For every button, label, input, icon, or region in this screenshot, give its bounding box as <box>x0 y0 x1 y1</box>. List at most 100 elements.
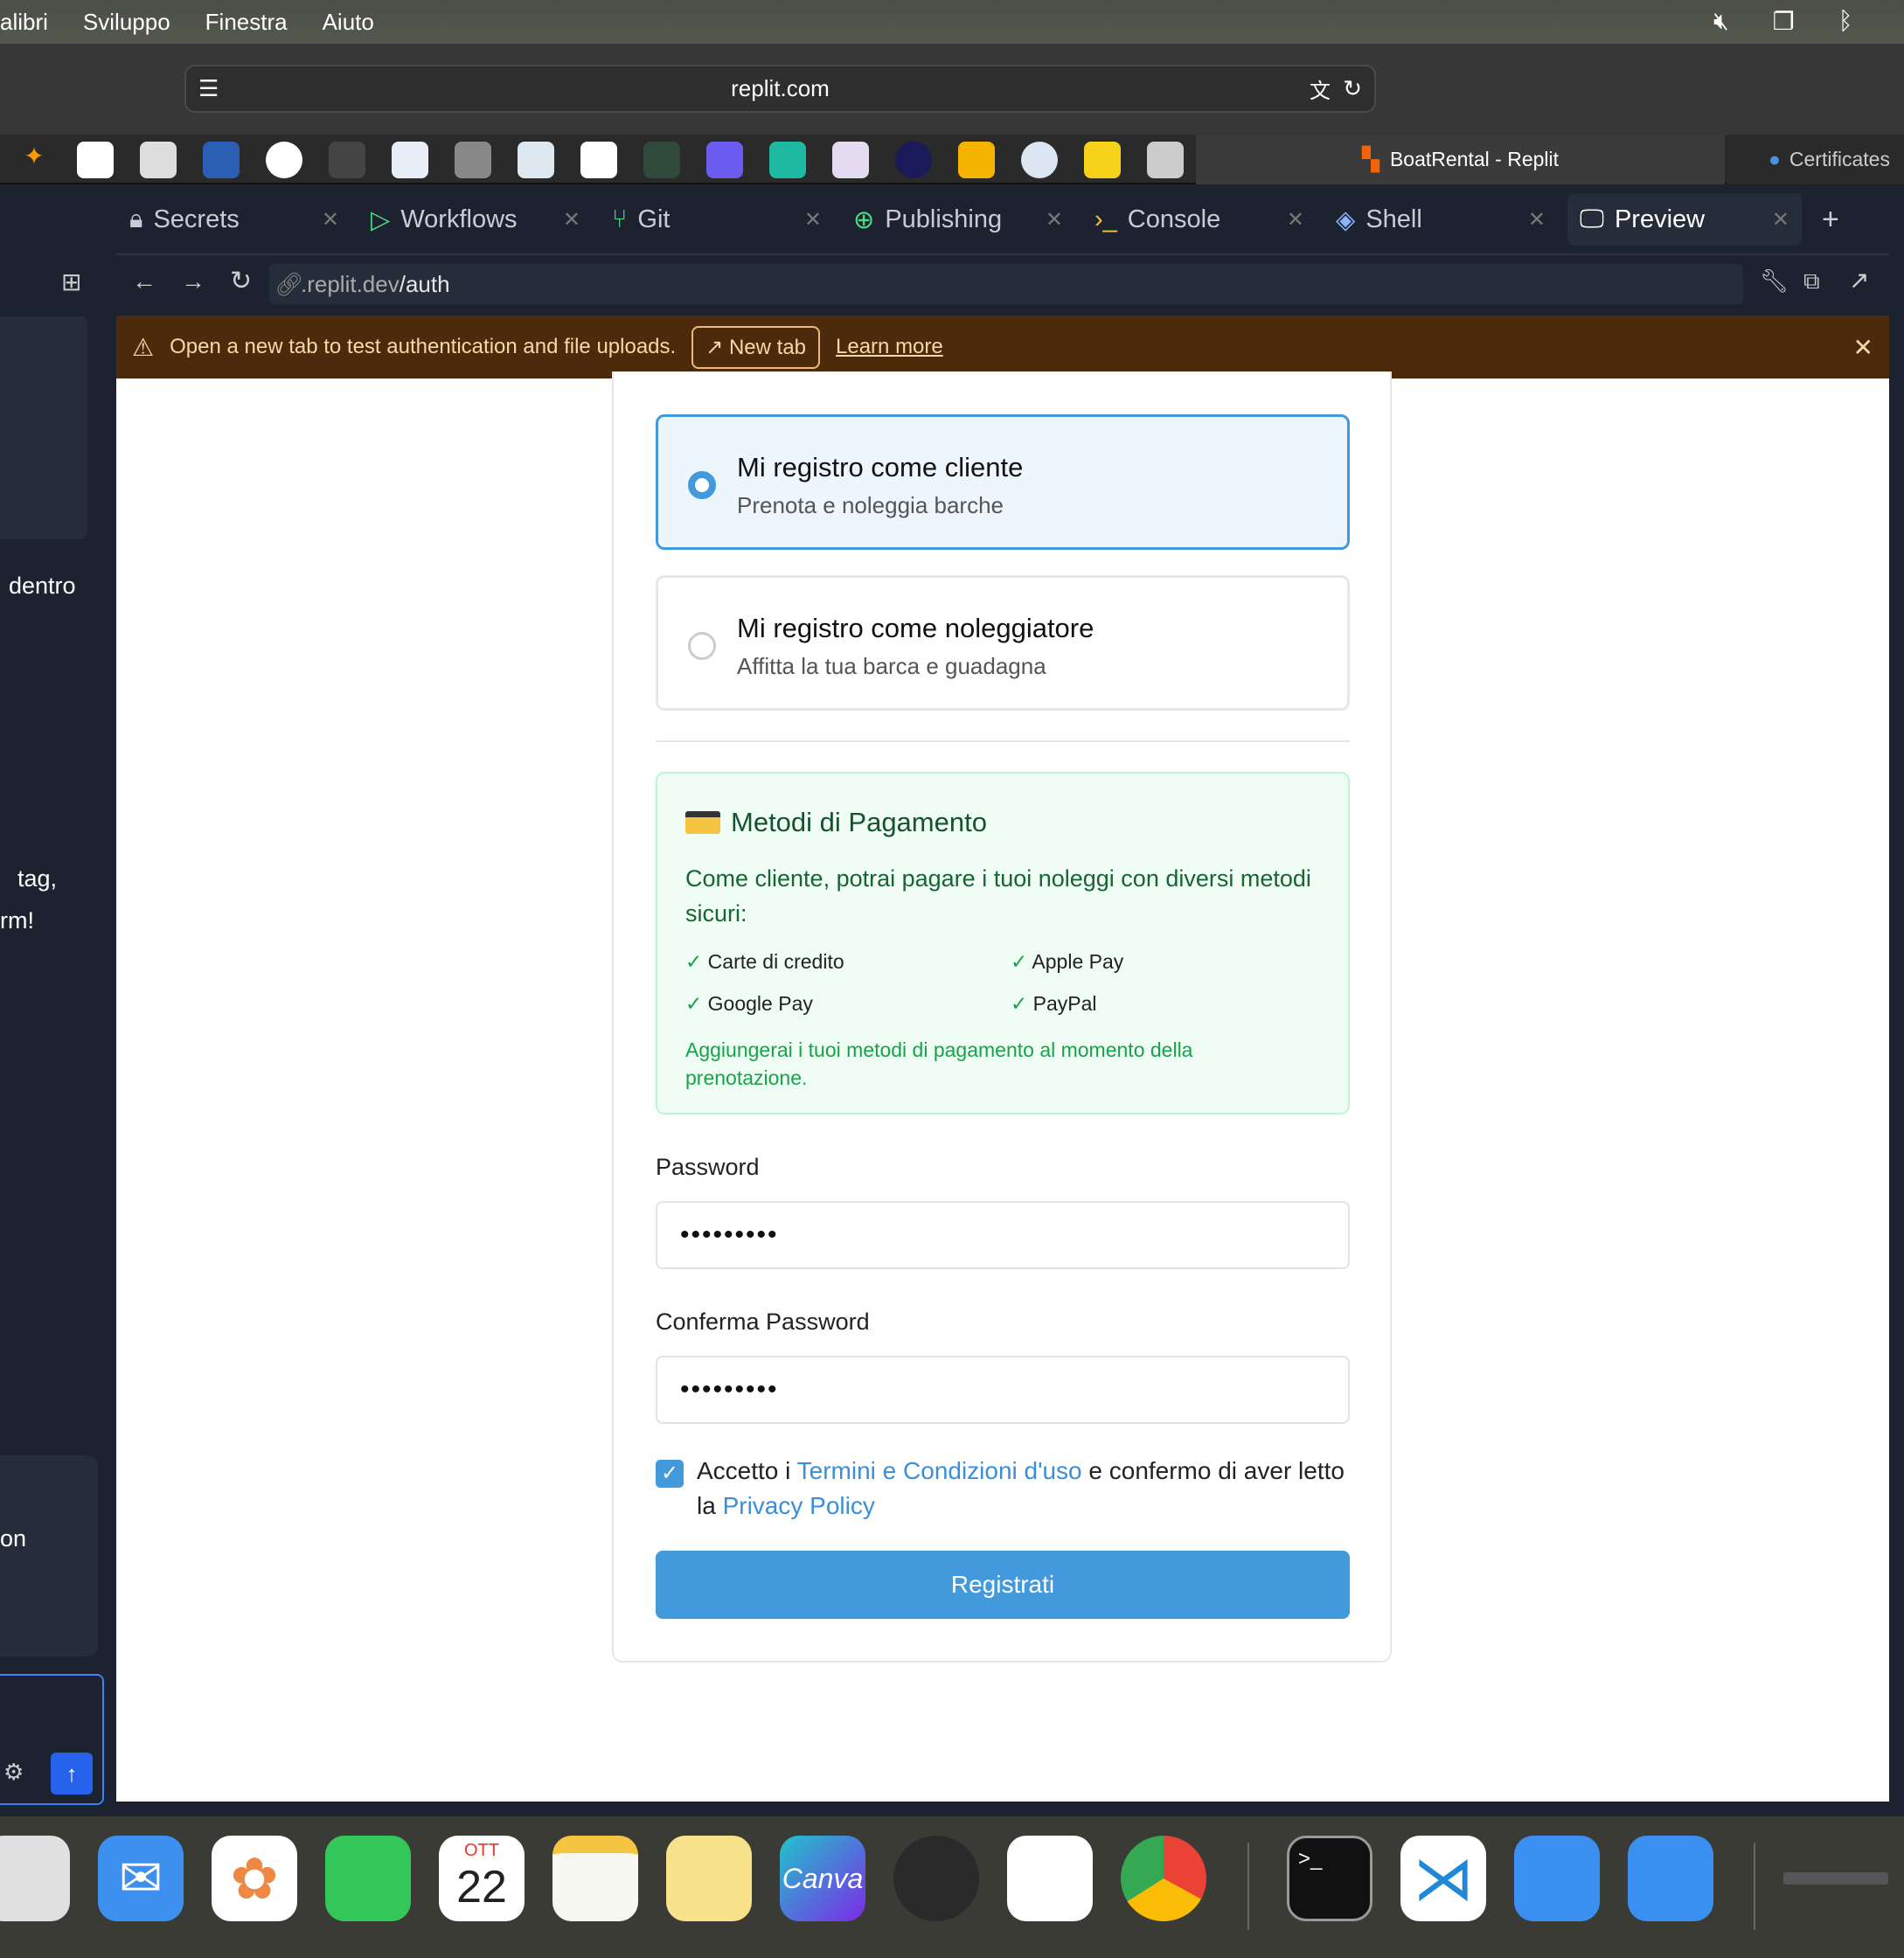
new-chat-icon[interactable]: ⊞ <box>61 267 81 296</box>
browser-tab[interactable]: ● Certificates <box>1727 135 1904 184</box>
close-icon[interactable]: ✕ <box>804 207 822 233</box>
back-icon[interactable]: ← <box>132 267 156 295</box>
reload-icon[interactable]: ↻ <box>1343 75 1362 102</box>
chat-card: on <box>0 1455 98 1656</box>
tab-label: Shell <box>1365 205 1422 233</box>
bookmark-icon[interactable] <box>140 142 177 178</box>
browser-tab-active[interactable]: ▚ BoatRental - Replit <box>1196 135 1725 184</box>
launchpad-icon[interactable] <box>0 1836 70 1921</box>
payment-title: Metodi di Pagamento <box>731 807 987 837</box>
open-external-icon[interactable]: ↗ <box>1849 266 1869 295</box>
vscode-icon[interactable]: ⋊ <box>1400 1836 1486 1921</box>
reload-icon[interactable]: ↻ <box>230 266 252 296</box>
tab-label: Console <box>1127 205 1221 233</box>
url-text: replit.com <box>731 75 830 101</box>
tab-favicon-icon: ● <box>1768 148 1781 170</box>
close-icon[interactable]: ✕ <box>1046 207 1063 233</box>
menu-item[interactable]: alibri <box>0 9 48 36</box>
bookmark-icon[interactable] <box>455 142 491 178</box>
terminal-icon[interactable]: >_ <box>1287 1836 1372 1921</box>
preview-url-input[interactable]: 🔗︎ .replit.dev/auth <box>269 264 1743 304</box>
external-icon: ↗ <box>705 335 729 359</box>
bookmark-icon[interactable] <box>832 142 869 178</box>
screen-mirror-icon[interactable]: ❐ <box>1773 7 1795 36</box>
close-icon[interactable]: ✕ <box>1287 207 1304 233</box>
method-item: ✓ Apple Pay <box>1011 950 1124 973</box>
close-icon[interactable]: ✕ <box>322 207 339 233</box>
confirm-password-input[interactable]: ••••••••• <box>656 1356 1350 1424</box>
minimized-window[interactable] <box>1783 1872 1888 1885</box>
tab-preview[interactable]: 🖵︎ Preview ✕ <box>1567 193 1802 246</box>
calendar-icon[interactable]: OTT 22 <box>439 1836 525 1921</box>
bluetooth-icon[interactable]: ᛒ <box>1838 7 1853 36</box>
radio-unselected[interactable] <box>688 632 716 660</box>
close-icon[interactable]: ✕ <box>1528 207 1546 233</box>
bookmark-icon[interactable] <box>895 142 932 178</box>
translate-icon[interactable]: 文 <box>1310 73 1331 104</box>
safari-icon[interactable] <box>1007 1836 1093 1921</box>
bookmark-icon[interactable] <box>643 142 680 178</box>
add-tab-button[interactable]: + <box>1822 193 1839 246</box>
close-icon[interactable]: ✕ <box>1853 333 1873 362</box>
send-button[interactable]: ↑ <box>51 1753 93 1795</box>
google-icon[interactable] <box>266 142 302 178</box>
bookmark-icon[interactable] <box>203 142 240 178</box>
terms-link[interactable]: Termini e Condizioni d'uso <box>797 1457 1082 1484</box>
bookmark-icon[interactable] <box>580 142 617 178</box>
tab-label: Preview <box>1614 205 1706 233</box>
bookmark-icon[interactable] <box>77 142 114 178</box>
page-menu-icon[interactable]: ☰ <box>198 75 219 102</box>
tab-title: Certificates <box>1789 148 1890 170</box>
bookmark-icon[interactable] <box>518 142 554 178</box>
google-ads-icon[interactable] <box>958 142 995 178</box>
new-tab-button[interactable]: ↗ New tab <box>691 325 821 369</box>
stickies-icon[interactable] <box>666 1836 752 1921</box>
bookmark-icon[interactable] <box>769 142 806 178</box>
menu-item[interactable]: Sviluppo <box>83 9 170 36</box>
mute-icon[interactable]: 🔇︎ <box>1713 7 1729 36</box>
bookmark-icon[interactable]: ✦ <box>16 142 52 178</box>
banner-text: Open a new tab to test authentication an… <box>170 335 677 358</box>
tab-publishing[interactable]: ⊕ Publishing ✕ <box>853 193 1063 246</box>
bookmark-icon[interactable] <box>706 142 743 178</box>
option-client[interactable]: Mi registro come cliente Prenota e noleg… <box>656 414 1350 550</box>
menu-item[interactable]: Finestra <box>205 9 288 36</box>
miro-icon[interactable] <box>1084 142 1121 178</box>
devtools-wrench-icon[interactable]: 🔧︎ <box>1760 267 1789 295</box>
close-icon[interactable]: ✕ <box>1772 207 1789 233</box>
address-bar[interactable]: ☰ replit.com 文 ↻ <box>184 65 1376 113</box>
photos-icon[interactable]: ✿ <box>212 1836 297 1921</box>
register-button[interactable]: Registrati <box>656 1551 1350 1619</box>
privacy-link[interactable]: Privacy Policy <box>723 1492 875 1519</box>
tab-workflows[interactable]: ▷ Workflows ✕ <box>371 193 580 246</box>
bookmark-icon[interactable] <box>1147 142 1184 178</box>
radio-selected[interactable] <box>688 471 716 499</box>
tab-console[interactable]: ›_ Console ✕ <box>1094 193 1304 246</box>
app-store-icon[interactable] <box>1628 1836 1713 1921</box>
xcode-icon[interactable] <box>1514 1836 1600 1921</box>
tab-label: Secrets <box>153 205 240 233</box>
mail-icon[interactable]: ✉ <box>98 1836 184 1921</box>
bookmark-icon[interactable] <box>329 142 365 178</box>
quicktime-icon[interactable] <box>893 1836 979 1921</box>
bookmark-icon[interactable] <box>1021 142 1058 178</box>
password-input[interactable]: ••••••••• <box>656 1201 1350 1269</box>
option-renter[interactable]: Mi registro come noleggiatore Affitta la… <box>656 575 1350 711</box>
settings-sliders-icon[interactable]: ⚙︎ <box>3 1759 24 1786</box>
tab-git[interactable]: ⑂ Git ✕ <box>612 193 822 246</box>
canva-icon[interactable]: Canva <box>780 1836 865 1921</box>
notes-icon[interactable] <box>552 1836 638 1921</box>
learn-more-link[interactable]: Learn more <box>836 335 943 359</box>
facetime-icon[interactable] <box>325 1836 411 1921</box>
chrome-icon[interactable] <box>1121 1836 1206 1921</box>
close-icon[interactable]: ✕ <box>563 207 580 233</box>
chat-input[interactable]: ⚙︎ ↑ <box>0 1674 104 1805</box>
workspace-tabs: 🔒︎ Secrets ✕ ▷ Workflows ✕ ⑂ Git ✕ ⊕ Publishing… <box>0 184 1904 253</box>
terms-checkbox[interactable]: ✓ <box>656 1460 684 1488</box>
bookmark-icon[interactable] <box>392 142 428 178</box>
forward-icon[interactable]: → <box>181 267 205 295</box>
tab-shell[interactable]: ◈ Shell ✕ <box>1336 193 1546 246</box>
device-icon[interactable]: ⧉ <box>1803 267 1820 295</box>
menu-item[interactable]: Aiuto <box>323 9 374 36</box>
tab-secrets[interactable]: 🔒︎ Secrets ✕ <box>129 193 339 246</box>
